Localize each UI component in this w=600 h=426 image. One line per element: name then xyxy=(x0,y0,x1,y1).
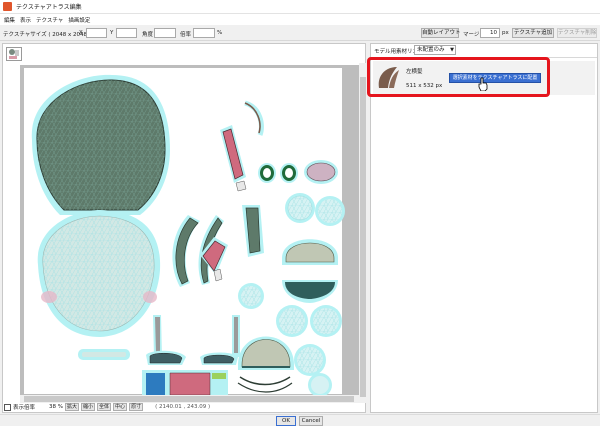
toolbar: テクスチャサイズ ( 2048 x 2048 ) X Y 角度 倍率 % 自動レ… xyxy=(0,25,600,41)
hand-cursor-icon xyxy=(478,77,488,91)
margin-unit: px xyxy=(502,30,509,36)
percent-unit: % xyxy=(217,30,223,36)
cancel-button[interactable]: Cancel xyxy=(299,416,323,426)
y-label: Y xyxy=(110,30,114,36)
ok-button[interactable]: OK xyxy=(276,416,296,426)
vertical-scroll-thumb[interactable] xyxy=(360,77,366,397)
auto-layout-button[interactable]: 自動レイアウト xyxy=(421,28,461,38)
status-bar: 表示倍率 38 % 拡大 縮小 全体 中心 原寸 ( 2140.01 , 243… xyxy=(2,401,366,413)
material-list: 左横髪 511 x 532 px 選択素材をテクスチャアトラスに配置 xyxy=(371,57,597,412)
y-input[interactable] xyxy=(116,28,137,38)
zoom-out-button[interactable]: 縮小 xyxy=(81,403,96,411)
show-ratio-label: 表示倍率 xyxy=(13,405,36,411)
angle-input[interactable] xyxy=(154,28,176,38)
window-title: テクスチャアトラス編集 xyxy=(16,4,82,11)
material-list-pane: モデル用素材リスト 未配置のみ ▼ 左横髪 511 x 532 px 選択素材を… xyxy=(370,43,598,413)
texture-atlas-drawing xyxy=(24,68,345,397)
app-icon xyxy=(3,2,12,11)
margin-input[interactable]: 10 xyxy=(480,28,500,38)
filter-select[interactable]: 未配置のみ ▼ xyxy=(414,45,456,55)
texture-thumbnail-icon xyxy=(9,49,19,59)
x-label: X xyxy=(79,30,83,36)
angle-label: 角度 xyxy=(142,32,154,38)
scale-input[interactable] xyxy=(193,28,215,38)
scale-label: 倍率 xyxy=(180,32,192,38)
menu-view[interactable]: 表示 xyxy=(20,16,31,24)
menu-bar: 編集 表示 テクスチャ 描画設定 xyxy=(0,14,600,25)
texture-thumbnail[interactable] xyxy=(6,47,22,61)
menu-texture[interactable]: テクスチャ xyxy=(36,16,63,24)
texture-size-label: テクスチャサイズ ( 2048 x 2048 ) xyxy=(3,32,91,38)
highlight-box xyxy=(367,57,550,97)
vertical-scrollbar[interactable] xyxy=(359,63,367,403)
menu-edit[interactable]: 編集 xyxy=(4,16,15,24)
center-button[interactable]: 中心 xyxy=(113,403,128,411)
zoom-value: 38 % xyxy=(49,404,63,410)
add-texture-button[interactable]: テクスチャ追加 xyxy=(512,28,554,38)
filter-value: 未配置のみ xyxy=(417,47,445,53)
zoom-in-button[interactable]: 拡大 xyxy=(65,403,80,411)
texture-atlas-canvas[interactable] xyxy=(20,65,362,399)
show-ratio-checkbox[interactable] xyxy=(4,403,11,411)
actual-size-button[interactable]: 原寸 xyxy=(129,403,144,411)
menu-draw-settings[interactable]: 描画設定 xyxy=(68,16,90,24)
atlas-preview-pane xyxy=(2,43,367,413)
remove-texture-button[interactable]: テクスチャ削除 xyxy=(557,28,597,38)
x-input[interactable] xyxy=(86,28,107,38)
fit-all-button[interactable]: 全体 xyxy=(97,403,112,411)
dialog-buttons: OK Cancel xyxy=(0,414,600,426)
chevron-down-icon: ▼ xyxy=(450,47,454,53)
title-bar: テクスチャアトラス編集 xyxy=(0,0,600,14)
cursor-coordinates: ( 2140.01 , 243.09 ) xyxy=(155,404,211,410)
